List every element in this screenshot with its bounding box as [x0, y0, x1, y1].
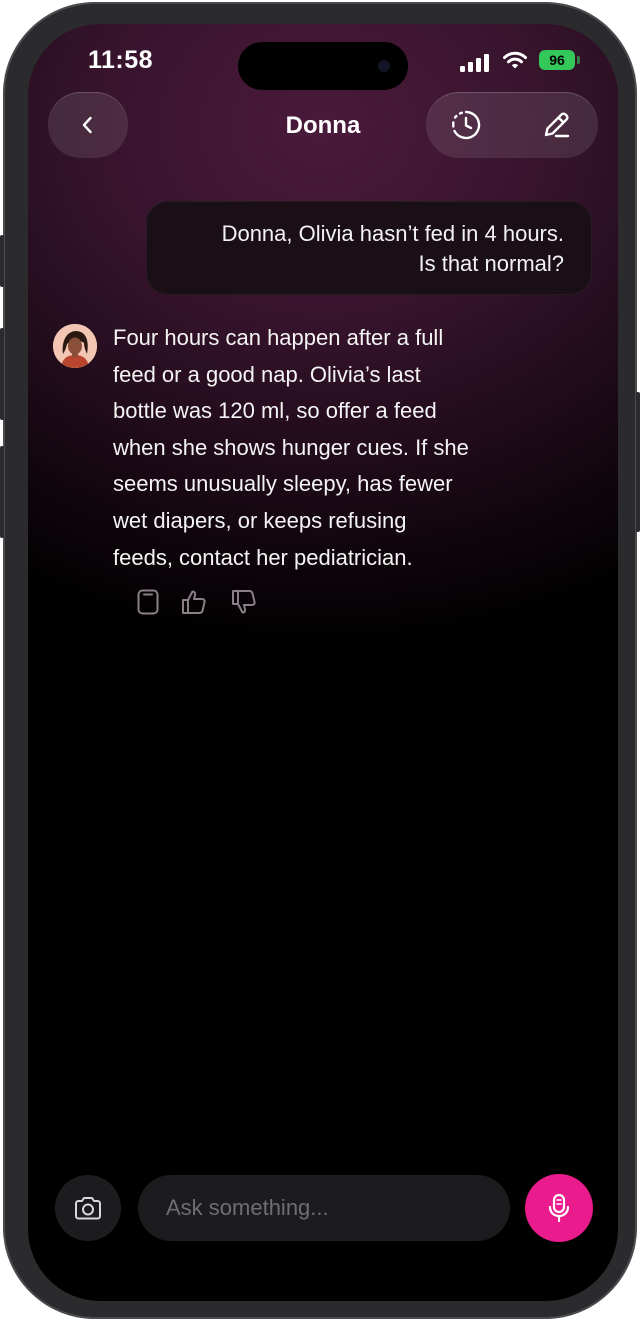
user-message-bubble: Donna, Olivia hasn’t fed in 4 hours. Is …: [146, 201, 592, 295]
phone-frame: 11:58 96 Donna Donna, Olivia hasn’t fed …: [3, 2, 637, 1319]
thumbs-up-icon: [182, 590, 206, 614]
thumbs-down-button[interactable]: [229, 587, 259, 617]
assistant-message-line: Four hours can happen after a full: [113, 325, 444, 350]
assistant-message-line: seems unusually sleepy, has fewer: [113, 471, 453, 497]
history-button[interactable]: [446, 105, 486, 145]
dynamic-island: [238, 42, 408, 90]
front-camera: [378, 60, 390, 72]
avatar: [53, 324, 97, 368]
camera-button[interactable]: [55, 1175, 121, 1241]
user-message-line: Donna, Olivia hasn’t fed in 4 hours.: [221, 221, 564, 246]
volume-up-button: [0, 328, 4, 420]
battery-tip: [577, 56, 580, 64]
app-screen: 11:58 96 Donna Donna, Olivia hasn’t fed …: [28, 24, 618, 1301]
battery-icon: 96: [539, 50, 575, 70]
assistant-message-line: feed or a good nap. Olivia’s last: [113, 361, 421, 387]
status-time: 11:58: [88, 46, 154, 74]
message-input[interactable]: [164, 1194, 484, 1222]
thumbs-down-icon: [232, 590, 256, 614]
copy-button[interactable]: [133, 587, 163, 617]
volume-down-button: [0, 446, 4, 538]
user-message-line: Is that normal?: [418, 251, 564, 276]
page-title: Donna: [285, 112, 361, 139]
back-button[interactable]: [48, 92, 128, 158]
assistant-message-line: when she shows hunger cues. If she: [113, 434, 469, 460]
header-actions: [426, 92, 598, 158]
history-icon: [452, 110, 481, 140]
assistant-message-line: bottle was 120 ml, so offer a feed: [113, 398, 437, 424]
new-chat-button[interactable]: [536, 105, 576, 145]
assistant-message: Four hours can happen after a full feed …: [113, 320, 533, 576]
action-button: [0, 235, 4, 287]
battery-level: 96: [549, 52, 565, 68]
microphone-icon: [548, 1193, 570, 1223]
power-button: [636, 392, 640, 532]
message-input-container[interactable]: [138, 1175, 510, 1241]
assistant-message-line: wet diapers, or keeps refusing: [113, 507, 407, 533]
signal-icon: [460, 54, 489, 72]
donna-avatar-image: [53, 324, 97, 368]
thumbs-up-button[interactable]: [179, 587, 209, 617]
pencil-icon: [544, 112, 570, 138]
wifi-icon: [503, 51, 527, 69]
copy-icon: [137, 589, 159, 615]
camera-icon: [75, 1197, 101, 1220]
microphone-button[interactable]: [525, 1174, 593, 1242]
assistant-message-line: feeds, contact her pediatrician.: [113, 544, 413, 570]
chevron-left-icon: [82, 116, 92, 134]
